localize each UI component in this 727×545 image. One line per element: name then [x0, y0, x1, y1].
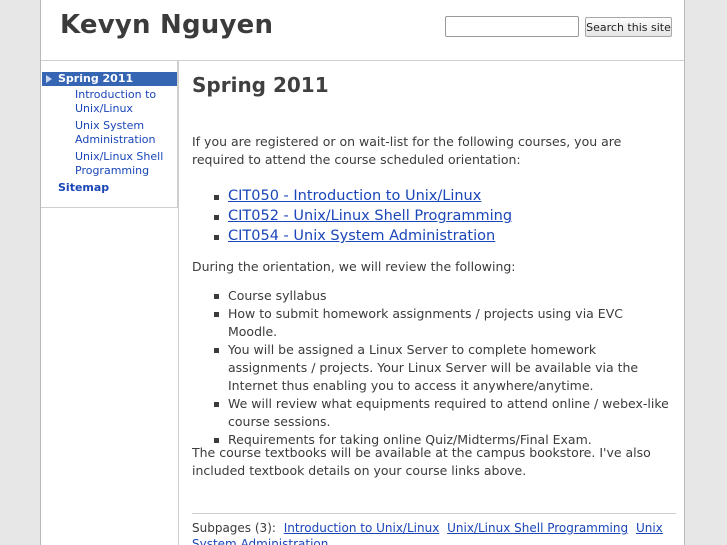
- expand-arrow-icon[interactable]: [46, 75, 52, 83]
- orientation-item-text: You will be assigned a Linux Server to c…: [228, 342, 639, 393]
- bullet-icon: [214, 402, 219, 407]
- list-item: How to submit homework assignments / pro…: [192, 305, 676, 341]
- textbook-note: The course textbooks will be available a…: [192, 445, 651, 478]
- sidebar-item-spring-2011[interactable]: Spring 2011: [42, 72, 177, 86]
- page-title: Spring 2011: [192, 73, 329, 97]
- orientation-item-text: Course syllabus: [228, 288, 327, 303]
- bullet-icon: [214, 312, 219, 317]
- bullet-icon: [214, 438, 219, 443]
- site-header: Kevyn Nguyen Search this site: [41, 0, 684, 61]
- orientation-intro: During the orientation, we will review t…: [192, 259, 516, 274]
- list-item: We will review what equipments required …: [192, 395, 676, 431]
- subpages-divider: [192, 513, 676, 514]
- list-item: CIT054 - Unix System Administration: [192, 226, 676, 246]
- sidebar-item-sitemap[interactable]: Sitemap: [58, 181, 109, 195]
- intro-paragraph: If you are registered or on wait-list fo…: [192, 134, 622, 167]
- page-container: Kevyn Nguyen Search this site Spring 201…: [40, 0, 685, 545]
- list-item: CIT052 - Unix/Linux Shell Programming: [192, 206, 676, 226]
- sidebar-nav: Spring 2011 Introduction to Unix/Linux U…: [41, 61, 178, 208]
- sidebar-item-shell-programming[interactable]: Unix/Linux Shell Programming: [75, 150, 175, 178]
- course-link-cit052[interactable]: CIT052 - Unix/Linux Shell Programming: [228, 208, 512, 224]
- site-title[interactable]: Kevyn Nguyen: [60, 10, 273, 40]
- sidebar-item-intro-unix-linux[interactable]: Introduction to Unix/Linux: [75, 88, 175, 116]
- orientation-list: Course syllabus How to submit homework a…: [192, 287, 676, 449]
- subpages-bar: Subpages (3): Introduction to Unix/Linux…: [192, 520, 676, 545]
- bullet-icon: [214, 215, 219, 220]
- bullet-icon: [214, 235, 219, 240]
- orientation-item-text: How to submit homework assignments / pro…: [228, 306, 623, 339]
- search-button[interactable]: Search this site: [585, 17, 672, 37]
- list-item: CIT050 - Introduction to Unix/Linux: [192, 186, 676, 206]
- search-input[interactable]: [445, 16, 579, 37]
- content-divider: [178, 61, 179, 545]
- list-item: Course syllabus: [192, 287, 676, 305]
- course-link-cit054[interactable]: CIT054 - Unix System Administration: [228, 228, 495, 244]
- subpage-link-intro-unix-linux[interactable]: Introduction to Unix/Linux: [284, 521, 440, 535]
- subpage-link-shell-programming[interactable]: Unix/Linux Shell Programming: [447, 521, 628, 535]
- bullet-icon: [214, 294, 219, 299]
- bullet-icon: [214, 348, 219, 353]
- course-link-cit050[interactable]: CIT050 - Introduction to Unix/Linux: [228, 188, 481, 204]
- course-links-list: CIT050 - Introduction to Unix/Linux CIT0…: [192, 186, 676, 246]
- sidebar-item-label: Spring 2011: [58, 72, 134, 85]
- bullet-icon: [214, 195, 219, 200]
- orientation-item-text: We will review what equipments required …: [228, 396, 669, 429]
- subpages-label: Subpages (3):: [192, 521, 276, 535]
- list-item: You will be assigned a Linux Server to c…: [192, 341, 676, 395]
- sidebar-item-unix-system-admin[interactable]: Unix System Administration: [75, 119, 175, 147]
